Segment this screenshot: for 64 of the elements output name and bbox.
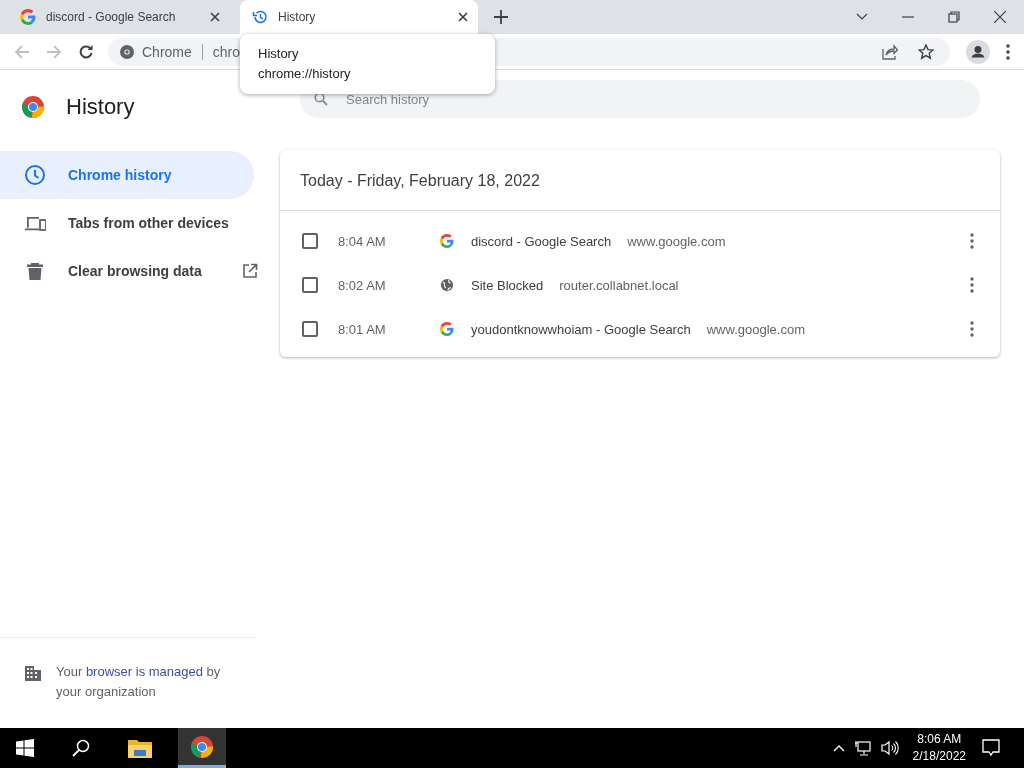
close-icon[interactable] xyxy=(210,12,220,22)
managed-link[interactable]: browser is managed xyxy=(85,664,203,679)
dropdown-chevron-icon[interactable] xyxy=(856,13,868,21)
volume-icon[interactable] xyxy=(880,740,899,756)
tooltip-title: History xyxy=(258,46,300,61)
building-icon xyxy=(24,664,42,682)
chrome-logo-icon xyxy=(21,95,45,119)
entry-domain: router.collabnet.local xyxy=(559,277,679,293)
close-icon[interactable] xyxy=(458,12,468,22)
windows-start-icon[interactable] xyxy=(16,739,34,757)
globe-icon xyxy=(440,278,454,292)
trash-icon xyxy=(24,260,46,282)
history-clock-icon xyxy=(252,9,268,25)
browser-tab[interactable]: History xyxy=(240,0,478,34)
sidebar-item[interactable]: Chrome history xyxy=(0,151,254,199)
sidebar-item[interactable]: Tabs from other devices xyxy=(0,199,254,247)
clock-date[interactable]: 2/18/2022 xyxy=(912,748,966,765)
network-icon[interactable] xyxy=(854,740,871,756)
sidebar-item[interactable]: Clear browsing data xyxy=(0,247,254,295)
more-actions-icon[interactable] xyxy=(970,233,974,249)
clock-icon xyxy=(24,164,46,186)
site-label: Chrome xyxy=(142,43,192,60)
entry-domain: www.google.com xyxy=(627,233,726,249)
chrome-logo-icon xyxy=(190,734,214,759)
restore-icon[interactable] xyxy=(948,11,960,23)
tab-title: History xyxy=(278,10,317,24)
google-g-icon xyxy=(440,234,454,248)
managed-notice: Your browser is managed by your organization xyxy=(56,663,222,701)
tab-title: discord - Google Search xyxy=(46,10,177,24)
notification-icon[interactable] xyxy=(982,739,1000,757)
share-icon[interactable] xyxy=(882,43,898,60)
star-icon[interactable] xyxy=(918,43,934,60)
url-text: chro xyxy=(212,43,241,60)
external-link-icon[interactable] xyxy=(241,263,258,279)
google-g-icon xyxy=(20,9,36,25)
chrome-badge-icon xyxy=(120,44,134,59)
checkbox[interactable] xyxy=(302,277,318,293)
entry-title-link[interactable]: discord - Google Search xyxy=(471,233,612,249)
checkbox[interactable] xyxy=(302,321,318,337)
visit-time: 8:01 AM xyxy=(338,321,387,337)
chevron-up-icon[interactable] xyxy=(832,744,845,752)
visit-time: 8:02 AM xyxy=(338,277,387,293)
profile-avatar-icon[interactable] xyxy=(966,39,990,64)
entry-title-link[interactable]: youdontknowwhoiam - Google Search xyxy=(471,321,691,337)
date-heading: Today - Friday, February 18, 2022 xyxy=(280,150,1000,211)
google-g-icon xyxy=(440,322,454,336)
new-tab-icon[interactable] xyxy=(494,10,508,24)
folder-icon[interactable] xyxy=(128,738,152,758)
tooltip-url: chrome://history xyxy=(258,66,352,81)
search-icon xyxy=(314,92,328,106)
visit-time: 8:04 AM xyxy=(338,233,387,249)
more-actions-icon[interactable] xyxy=(970,277,974,293)
entry-domain: www.google.com xyxy=(706,321,805,337)
entry-title-link[interactable]: Site Blocked xyxy=(471,277,544,293)
chrome-taskbar-button[interactable] xyxy=(178,728,226,768)
reload-icon[interactable] xyxy=(78,43,94,60)
clock-time[interactable]: 8:06 AM xyxy=(917,731,962,748)
close-icon[interactable] xyxy=(994,11,1006,23)
page-title: History xyxy=(66,94,135,120)
more-actions-icon[interactable] xyxy=(970,321,974,337)
search-icon[interactable] xyxy=(72,739,90,757)
checkbox[interactable] xyxy=(302,233,318,249)
more-menu-icon[interactable] xyxy=(1006,43,1010,60)
browser-tab[interactable]: discord - Google Search xyxy=(8,0,230,34)
